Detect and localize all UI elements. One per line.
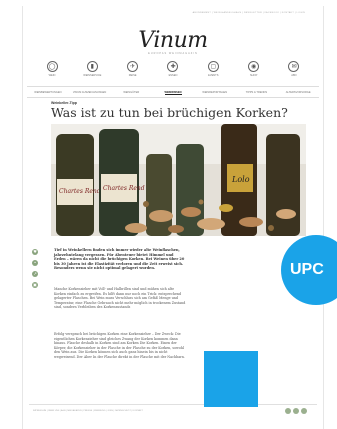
nav-item-weinservice[interactable]: ▮ WEINSERVICE (77, 61, 107, 77)
footer-links: IMPRESSUM | ÜBER UNS | AGB | MEDIADATEN … (29, 404, 317, 417)
calendar-icon: ▢ (207, 61, 219, 72)
primary-nav: ◯ WEIN ▮ WEINSERVICE ✈ REISE ✚ ESSEN ▢ E… (37, 61, 309, 77)
social-links (285, 408, 307, 414)
nav-item-essen[interactable]: ✚ ESSEN (158, 61, 188, 77)
share-sidebar: ♥ • ↗ ▣ (32, 249, 38, 288)
article-lead: Tief in Weinkellern finden sich immer wi… (54, 248, 185, 271)
nav-item-wein[interactable]: ◯ WEIN (37, 61, 67, 77)
nav-item-abo[interactable]: ✉ ABO (279, 61, 309, 77)
top-utility-links[interactable]: ABONNEMENT | WEIN-HANDELSHAUS | NEWSLETT… (23, 6, 323, 20)
nav-item-events[interactable]: ▢ EVENTS (198, 61, 228, 77)
vinum-logo[interactable]: Vinum (23, 28, 323, 53)
blue-overlay-square (204, 351, 258, 407)
subnav-weinreportagen[interactable]: WEINREPORTAGEN (194, 91, 236, 94)
subnav-altersvorsorge[interactable]: ALTERSVORSORGE (277, 91, 319, 94)
subnav-weingueter[interactable]: WEINGÜTER (110, 91, 152, 94)
fork-icon: ✚ (167, 61, 179, 72)
logo-tagline: EUROPAS WEINMAGAZIN (148, 52, 198, 55)
share-icon[interactable]: ↗ (32, 271, 38, 277)
nav-item-reise[interactable]: ✈ REISE (118, 61, 148, 77)
plane-icon: ✈ (127, 61, 139, 72)
svg-text:Chartes Rend: Chartes Rend (59, 188, 101, 195)
subnav-weinwissen[interactable]: WEINWISSEN (152, 90, 194, 95)
cart-icon: ◉ (248, 61, 260, 72)
subnav-auszeichnungen[interactable]: VINUM AUSZEICHNUNGEN (69, 91, 111, 94)
article-paragraph: Manche Korkenzieher mit Voll- und Halbri… (54, 287, 186, 310)
wine-bottles-corks-photo: Chartes Rend Chartes Rend Lolo (51, 124, 306, 236)
bottle-icon: ▮ (86, 61, 98, 72)
instagram-icon[interactable] (301, 408, 307, 414)
comment-icon[interactable]: • (32, 260, 38, 266)
heart-icon[interactable]: ♥ (32, 249, 38, 255)
print-icon[interactable]: ▣ (32, 282, 38, 288)
twitter-icon[interactable] (293, 408, 299, 414)
glass-icon: ◯ (46, 61, 58, 72)
subnav-tipps-trends[interactable]: TIPPS & TRENDS (236, 91, 278, 94)
article-hero-image: Chartes Rend Chartes Rend Lolo (51, 124, 306, 236)
nav-item-shop[interactable]: ◉ SHOP (239, 61, 269, 77)
article-title: Was ist zu tun bei brüchigen Korken? (51, 105, 288, 120)
svg-text:Lolo: Lolo (231, 175, 250, 184)
subnav-weinbewertungen[interactable]: WEINBEWERTUNGEN (27, 91, 69, 94)
facebook-icon[interactable] (285, 408, 291, 414)
svg-text:Chartes Rend: Chartes Rend (103, 185, 145, 192)
webpage: ABONNEMENT | WEIN-HANDELSHAUS | NEWSLETT… (22, 6, 324, 429)
mail-icon: ✉ (288, 61, 300, 72)
secondary-nav: WEINBEWERTUNGEN VINUM AUSZEICHNUNGEN WEI… (27, 86, 319, 98)
article-paragraph: Erfolg versprach bei brüchigen Korken ei… (54, 332, 185, 359)
